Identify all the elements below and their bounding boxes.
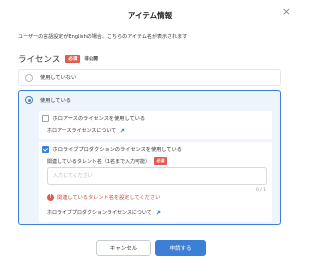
dialog-title: アイテム情報: [127, 11, 173, 20]
option-using[interactable]: 使用している ホロアースのライセンスを使用している ホロアースライセンスについて…: [18, 90, 281, 225]
option-using-label: 使用している: [40, 97, 71, 104]
radio-using[interactable]: [25, 96, 33, 104]
hololive-production-checkbox-row[interactable]: ホロライブプロダクションのライセンスを使用している: [42, 146, 182, 153]
option-not-using[interactable]: 使用していない: [18, 69, 281, 86]
hololive-production-label: ホロライブプロダクションのライセンスを使用している: [52, 147, 182, 153]
hololive-ars-link-text[interactable]: ホロアースライセンスについて: [47, 127, 116, 134]
talent-field-header: 関連しているタレント名（1名まで入力可能） 必須: [47, 157, 168, 165]
hololive-ars-checkbox[interactable]: [42, 115, 49, 122]
required-badge: 必須: [65, 55, 81, 63]
radio-not-using[interactable]: [25, 73, 33, 82]
talent-error-text: 関連しているタレント名を設定してください: [57, 195, 161, 201]
talent-required-badge: 必須: [154, 157, 168, 165]
cancel-button[interactable]: キャンセル: [96, 240, 151, 256]
hololive-production-link[interactable]: ホロライブプロダクションライセンスについて: [47, 209, 161, 216]
license-label: ライセンス: [18, 55, 61, 65]
option-not-using-label: 使用していない: [40, 75, 77, 81]
hololive-ars-label: ホロアースのライセンスを使用している: [52, 116, 146, 122]
talent-counter: 0 / 1: [255, 188, 266, 193]
private-badge: 非公開: [84, 57, 98, 62]
error-icon: !: [47, 194, 54, 201]
hololive-ars-panel: ホロアースのライセンスを使用している ホロアースライセンスについて: [39, 111, 272, 139]
talent-name-input[interactable]: [47, 167, 267, 185]
hololive-production-panel: ホロライブプロダクションのライセンスを使用している 関連しているタレント名（1名…: [39, 142, 272, 222]
hololive-production-link-text[interactable]: ホロライブプロダクションライセンスについて: [47, 209, 152, 216]
talent-error: ! 関連しているタレント名を設定してください: [47, 194, 160, 201]
external-link-icon: [156, 210, 160, 214]
hololive-ars-link[interactable]: ホロアースライセンスについて: [47, 127, 125, 134]
hololive-production-checkbox[interactable]: [42, 146, 49, 153]
apply-button[interactable]: 申請する: [155, 240, 206, 256]
license-header: ライセンス 必須 非公開: [18, 53, 98, 65]
hololive-ars-checkbox-row[interactable]: ホロアースのライセンスを使用している: [42, 115, 145, 122]
close-icon[interactable]: ×: [282, 6, 291, 17]
external-link-icon: [120, 128, 125, 132]
talent-label: 関連しているタレント名（1名まで入力可能）: [47, 158, 151, 165]
language-notice: ユーザーの言語設定がEnglishの場合、こちらのアイテム名が表示されます: [18, 34, 188, 40]
